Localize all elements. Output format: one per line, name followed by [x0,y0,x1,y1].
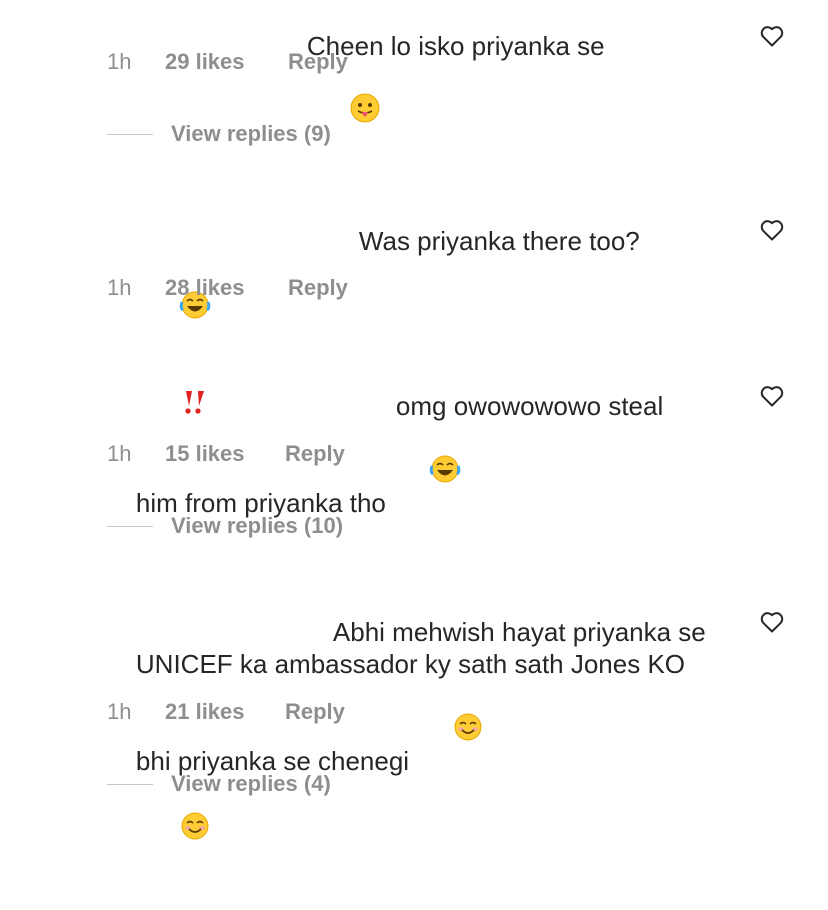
heart-outline-icon[interactable] [760,219,784,241]
view-replies-label: View replies (4) [171,771,331,796]
divider [107,783,153,785]
view-replies-label: View replies (10) [171,513,344,538]
comment-time: 1h [107,49,132,74]
like-count[interactable]: 15 likes [165,441,285,467]
like-count[interactable]: 29 likes [165,49,288,75]
comment-meta: 1h 15 likes Reply [107,440,345,468]
heart-outline-icon[interactable] [760,611,784,633]
reply-button[interactable]: Reply [288,49,348,75]
heart-outline-icon[interactable] [760,25,784,47]
reply-button[interactable]: Reply [288,275,348,301]
comment-time: 1h [107,275,132,300]
like-count[interactable]: 21 likes [165,699,285,725]
divider [107,133,153,135]
view-replies-button[interactable]: View replies (4) [107,770,331,798]
comment-meta: 1h 29 likes Reply [107,48,348,76]
smiling-face-emoji-icon [409,681,484,780]
like-count[interactable]: 28 likes [165,275,288,301]
comment-time: 1h [107,441,132,466]
comment-meta: 1h 21 likes Reply [107,698,345,726]
comment-line: Cheen lo isko priyanka se [306,31,605,61]
reply-button[interactable]: Reply [285,441,345,467]
heart-outline-icon[interactable] [760,385,784,407]
view-replies-label: View replies (9) [171,121,331,146]
reply-button[interactable]: Reply [285,699,345,725]
view-replies-button[interactable]: View replies (9) [107,120,331,148]
comment-meta: 1h 28 likes Reply [107,274,348,302]
comment-text: Cheen lo isko priyanka se [278,0,718,192]
comment-time: 1h [107,699,132,724]
view-replies-button[interactable]: View replies (10) [107,512,343,540]
divider [107,525,153,527]
laughing-face-emoji-icon [386,423,461,522]
